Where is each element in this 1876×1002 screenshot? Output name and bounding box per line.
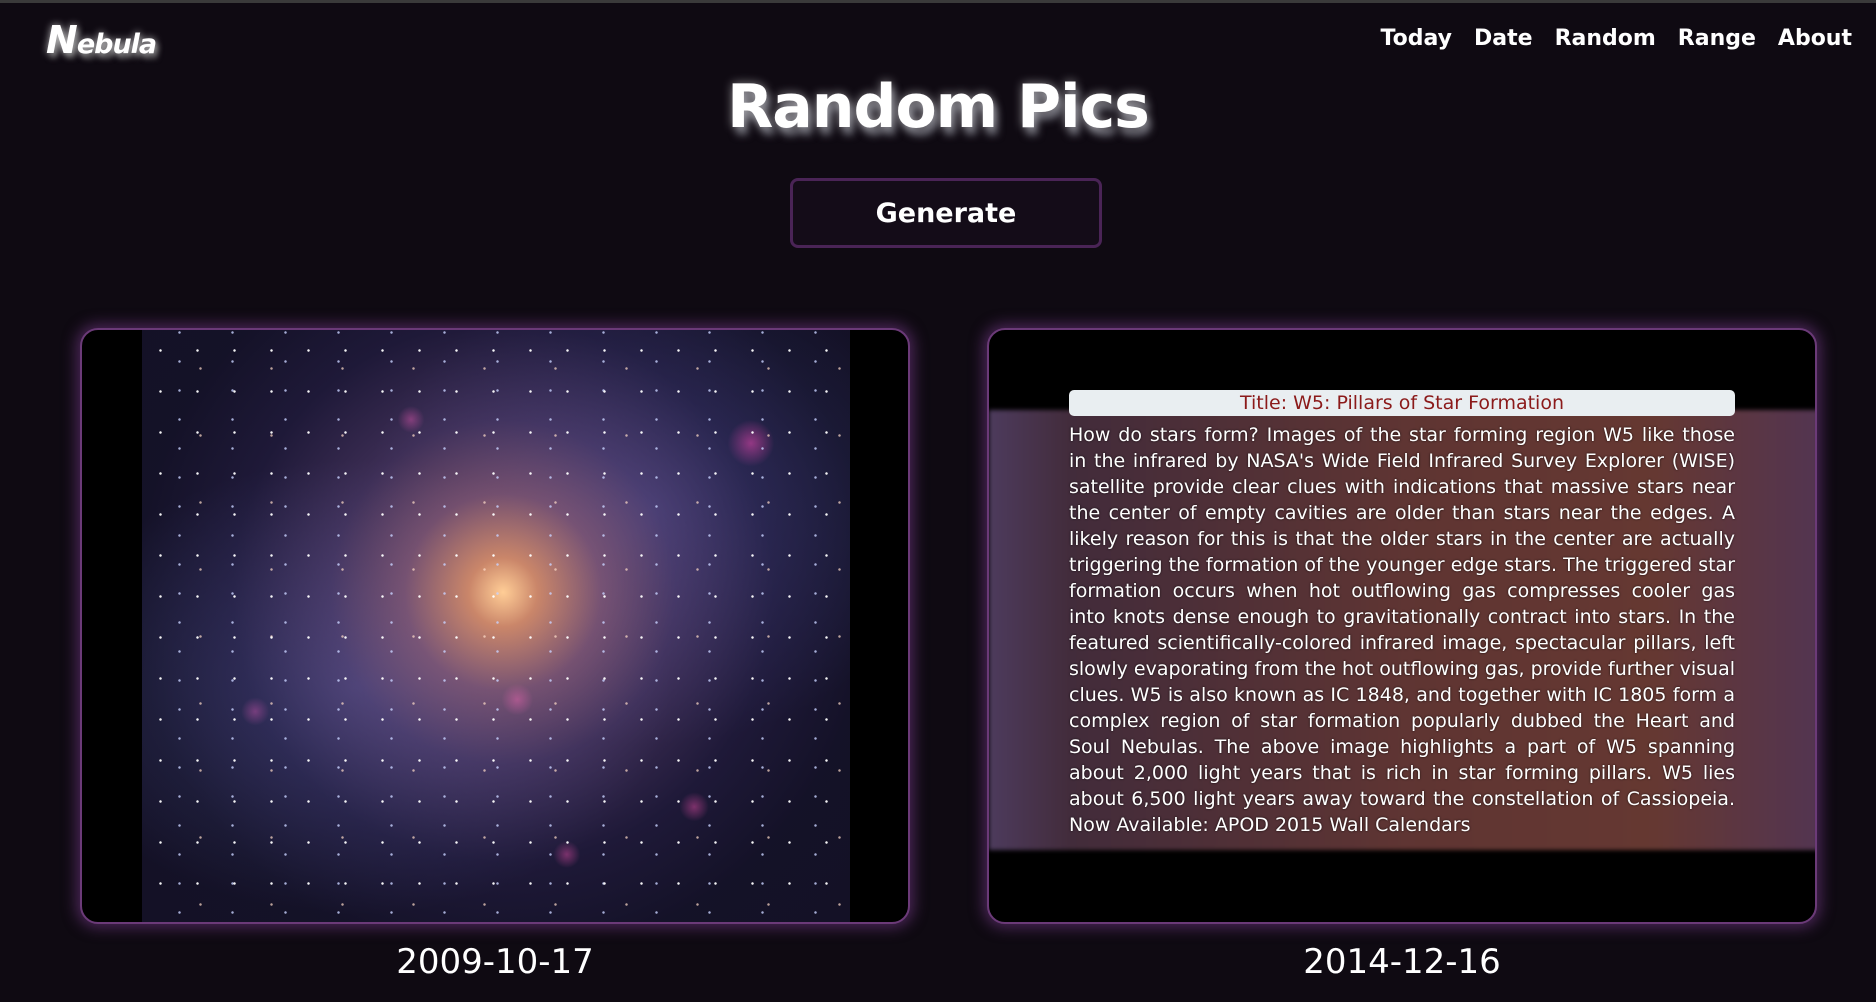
image-card-galaxy[interactable] xyxy=(80,328,910,924)
nebula-logo[interactable]: Nebula xyxy=(46,18,157,62)
nav-date[interactable]: Date xyxy=(1474,26,1533,51)
top-border xyxy=(0,0,1876,3)
image-title: Title: W5: Pillars of Star Formation xyxy=(1069,390,1735,416)
image-description: How do stars form? Images of the star fo… xyxy=(1069,424,1735,836)
nav-about[interactable]: About xyxy=(1778,26,1852,51)
logo-letter: N xyxy=(46,18,78,62)
nav-range[interactable]: Range xyxy=(1678,26,1756,51)
main-nav: Today Date Random Range About xyxy=(1381,26,1852,51)
image-date: 2009-10-17 xyxy=(396,942,594,982)
logo-rest: ebula xyxy=(76,29,157,60)
image-card-description[interactable]: Title: W5: Pillars of Star Formation How… xyxy=(987,328,1817,924)
nav-random[interactable]: Random xyxy=(1555,26,1656,51)
page-title: Random Pics xyxy=(727,72,1150,142)
galaxy-image xyxy=(142,330,850,922)
image-info: Title: W5: Pillars of Star Formation How… xyxy=(1069,390,1735,838)
image-date: 2014-12-16 xyxy=(1303,942,1501,982)
generate-button[interactable]: Generate xyxy=(790,178,1102,248)
star-field xyxy=(142,330,850,922)
nav-today[interactable]: Today xyxy=(1381,26,1452,51)
